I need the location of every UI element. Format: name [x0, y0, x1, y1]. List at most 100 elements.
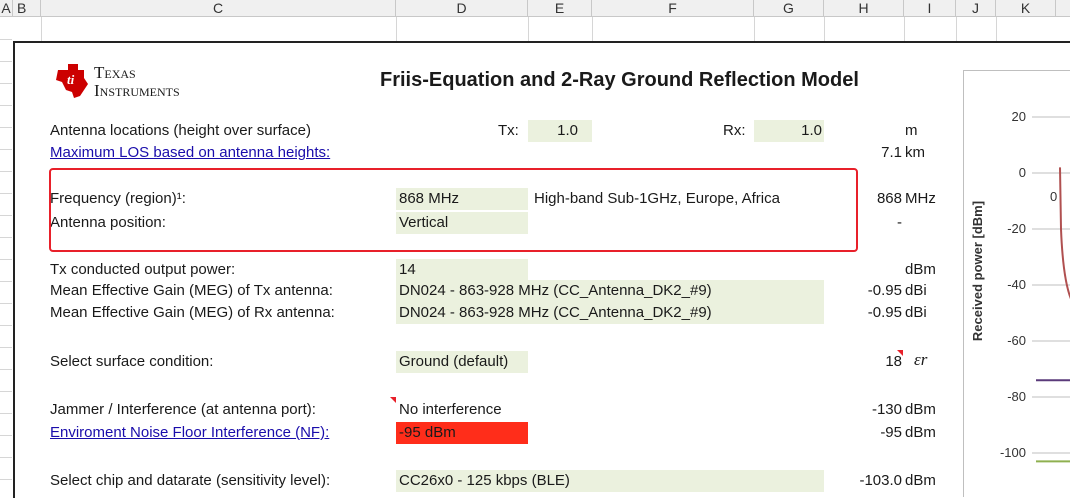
column-header-i[interactable]: I: [904, 0, 956, 16]
chip-label: Select chip and datarate (sensitivity le…: [50, 472, 331, 489]
chart-y-tick-label: -40: [1007, 277, 1026, 292]
gutter-line: [0, 281, 12, 282]
chart-series-line: [1059, 167, 1070, 300]
column-header-f[interactable]: F: [592, 0, 754, 16]
surface-select[interactable]: Ground (default): [396, 351, 528, 373]
grid-line: [996, 17, 997, 41]
svg-text:ti: ti: [67, 72, 75, 87]
surface-label: Select surface condition:: [50, 353, 214, 370]
gutter-line: [0, 457, 12, 458]
column-header-e[interactable]: E: [528, 0, 592, 16]
column-header-k[interactable]: K: [996, 0, 1056, 16]
chip-result: -103.0: [859, 472, 902, 489]
chart-y-tick-label: -60: [1007, 333, 1026, 348]
page-title: Friis-Equation and 2-Ray Ground Reflecti…: [380, 69, 859, 91]
rx-label: Rx:: [723, 122, 746, 139]
tx-power-input[interactable]: 14: [396, 259, 528, 281]
height-unit: m: [905, 122, 918, 139]
max-los-link[interactable]: Maximum LOS based on antenna heights:: [50, 143, 330, 163]
logo-line2: Instruments: [94, 81, 180, 100]
grid-line: [754, 17, 755, 41]
column-header-g[interactable]: G: [754, 0, 824, 16]
column-header-d[interactable]: D: [396, 0, 528, 16]
max-los-value: 7.1: [881, 144, 902, 161]
tx-label: Tx:: [498, 122, 519, 139]
grid-line: [396, 17, 397, 41]
noise-floor-link[interactable]: Enviroment Noise Floor Interference (NF)…: [50, 423, 329, 443]
meg-rx-result: -0.95: [867, 304, 902, 321]
gutter-line: [0, 259, 12, 260]
column-header-b[interactable]: B: [13, 0, 41, 16]
gutter-line: [0, 127, 12, 128]
gutter-line: [0, 413, 12, 414]
chart-y-tick-label: -20: [1007, 221, 1026, 236]
tx-power-unit: dBm: [905, 261, 936, 278]
antenna-locations-label: Antenna locations (height over surface): [50, 122, 311, 139]
column-header-j[interactable]: J: [956, 0, 996, 16]
gutter-line: [0, 369, 12, 370]
gutter-line: [0, 347, 12, 348]
column-header-bar: A B C D E F G H I J K: [0, 0, 1070, 17]
column-header-h[interactable]: H: [824, 0, 904, 16]
grid-line: [956, 17, 957, 41]
gutter-line: [0, 149, 12, 150]
gutter-line: [0, 83, 12, 84]
frequency-unit: MHz: [905, 190, 936, 207]
meg-tx-result: -0.95: [867, 282, 902, 299]
meg-rx-select[interactable]: DN024 - 863-928 MHz (CC_Antenna_DK2_#9): [396, 302, 824, 324]
chart-y-tick-label: -100: [1000, 445, 1026, 460]
noise-floor-select[interactable]: -95 dBm: [396, 422, 528, 444]
surface-unit: εr: [914, 350, 928, 369]
tx-power-label: Tx conducted output power:: [50, 261, 236, 278]
ti-logo: ti Texas Instruments: [54, 62, 180, 104]
gutter-line: [0, 171, 12, 172]
grid-line: [592, 17, 593, 41]
gutter-line: [0, 303, 12, 304]
max-los-unit: km: [905, 144, 925, 161]
rx-height-input[interactable]: 1.0: [754, 120, 824, 142]
chart-y-tick-label: 20: [1012, 109, 1026, 124]
meg-tx-unit: dBi: [905, 282, 927, 299]
noise-floor-unit: dBm: [905, 424, 936, 441]
meg-tx-label: Mean Effective Gain (MEG) of Tx antenna:: [50, 282, 333, 299]
gutter-line: [0, 479, 12, 480]
jammer-unit: dBm: [905, 401, 936, 418]
jammer-select[interactable]: No interference: [399, 400, 502, 420]
meg-tx-select[interactable]: DN024 - 863-928 MHz (CC_Antenna_DK2_#9): [396, 280, 824, 302]
gutter-line: [0, 237, 12, 238]
received-power-chart[interactable]: Received power [dBm] 20 0 -20 -40 -60 -80 -100…: [963, 70, 1070, 497]
gutter-line: [0, 325, 12, 326]
chip-unit: dBm: [905, 472, 936, 489]
gutter-line: [0, 215, 12, 216]
chip-select[interactable]: CC26x0 - 125 kbps (BLE): [396, 470, 824, 492]
column-header-c[interactable]: C: [41, 0, 396, 16]
logo-line1: Texas: [94, 63, 136, 82]
chart-plot: 20 0 -20 -40 -60 -80 -100 0: [1000, 109, 1070, 463]
gutter-line: [0, 39, 12, 40]
grid-line: [904, 17, 905, 41]
column-header-a[interactable]: A: [0, 0, 13, 16]
tx-height-input[interactable]: 1.0: [528, 120, 592, 142]
jammer-result: -130: [871, 401, 902, 418]
chart-x-tick-label: 0: [1050, 189, 1057, 204]
meg-rx-label: Mean Effective Gain (MEG) of Rx antenna:: [50, 304, 335, 321]
gutter-line: [0, 61, 12, 62]
row-gutter: [0, 17, 12, 496]
comment-indicator-icon[interactable]: [390, 397, 396, 403]
chart-y-tick-label: 0: [1019, 165, 1026, 180]
grid-line: [824, 17, 825, 41]
surface-result: 18: [885, 353, 902, 370]
noise-floor-result: -95: [880, 424, 902, 441]
gutter-line: [0, 193, 12, 194]
gutter-line: [0, 391, 12, 392]
ti-logo-icon: ti: [56, 64, 88, 98]
meg-rx-unit: dBi: [905, 304, 927, 321]
chart-y-tick-label: -80: [1007, 389, 1026, 404]
gutter-line: [0, 105, 12, 106]
grid-line: [528, 17, 529, 41]
gutter-line: [0, 435, 12, 436]
jammer-label: Jammer / Interference (at antenna port):: [50, 401, 316, 418]
comment-indicator-icon[interactable]: [897, 350, 903, 356]
highlight-box: [49, 168, 858, 252]
grid-line: [41, 17, 42, 41]
